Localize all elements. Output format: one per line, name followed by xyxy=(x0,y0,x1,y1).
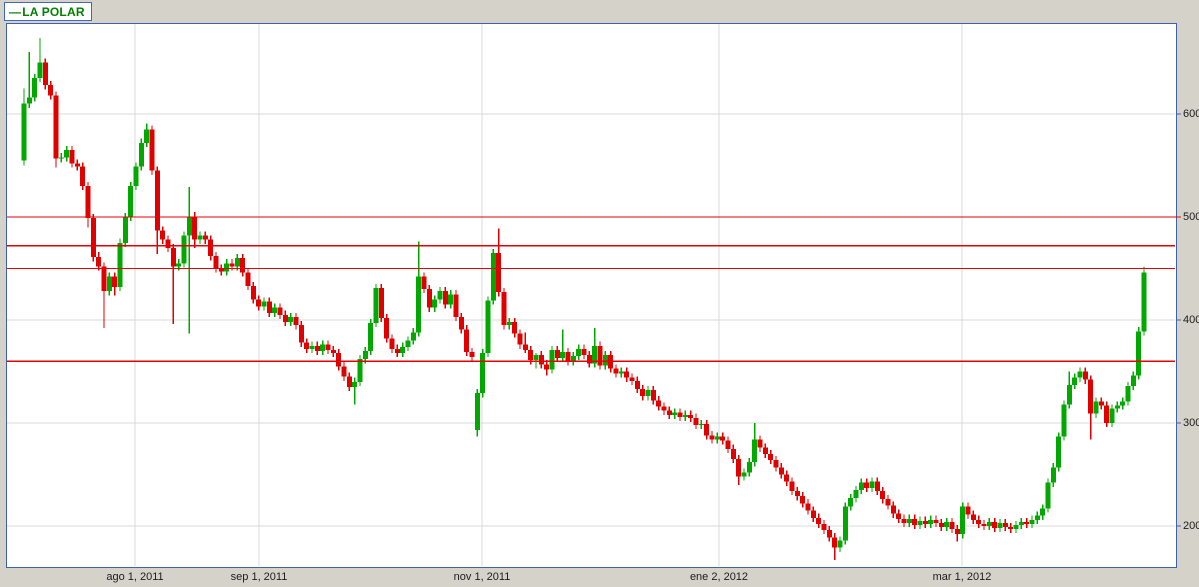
series-name: LA POLAR xyxy=(22,4,85,19)
x-axis-label: ene 2, 2012 xyxy=(689,571,749,583)
candlestick-svg xyxy=(7,24,1181,566)
legend: — LA POLAR xyxy=(4,2,92,21)
y-axis-label: 400 xyxy=(1183,314,1199,326)
y-axis-label: 300 xyxy=(1183,417,1199,429)
x-axis-label: ago 1, 2011 xyxy=(106,571,164,583)
y-axis-label: 200 xyxy=(1183,520,1199,532)
series-line-icon: — xyxy=(9,4,22,19)
y-axis-label: 500 xyxy=(1183,211,1199,223)
x-axis-label: sep 1, 2011 xyxy=(230,571,288,583)
y-axis-label: 600 xyxy=(1183,108,1199,120)
chart-window: { "legend": { "dash": "\u2014", "label":… xyxy=(0,0,1199,587)
x-axis-label: nov 1, 2011 xyxy=(453,571,511,583)
x-axis-label: mar 1, 2012 xyxy=(932,571,992,583)
